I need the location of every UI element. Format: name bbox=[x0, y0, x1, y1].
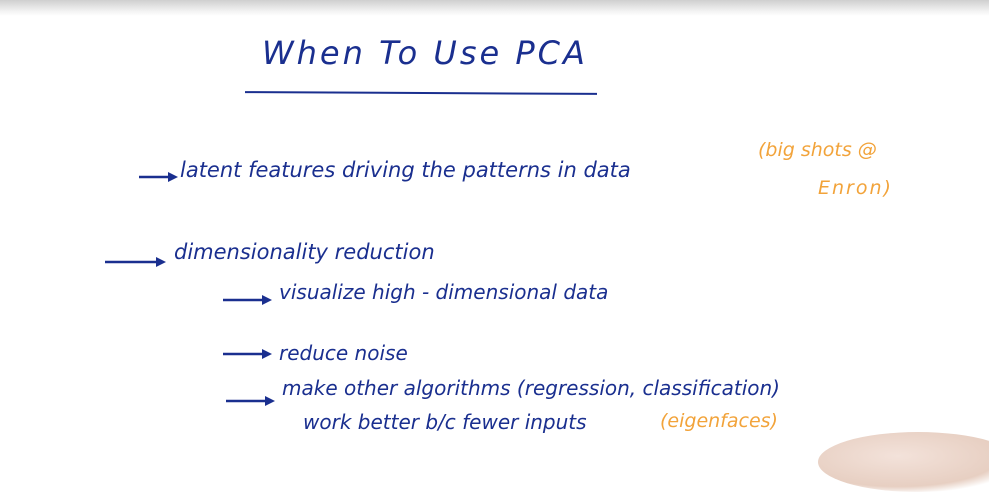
sub-bullet-reduce-noise: reduce noise bbox=[279, 341, 408, 365]
top-shadow bbox=[0, 0, 989, 16]
note-eigenfaces: (eigenfaces) bbox=[660, 410, 778, 432]
sub-bullet-visualize: visualize high - dimensional data bbox=[279, 280, 609, 304]
sub-bullet-arrow-icon bbox=[223, 349, 272, 359]
note-big-shots: (big shots @ bbox=[758, 139, 877, 161]
page-title: When To Use PCA bbox=[262, 34, 588, 72]
presenter-hand bbox=[818, 432, 989, 492]
bullet-arrow-icon bbox=[139, 172, 178, 182]
title-underline bbox=[244, 91, 598, 95]
sub-bullet-arrow-icon bbox=[226, 396, 275, 406]
bullet-arrow-icon bbox=[105, 257, 166, 267]
sub-bullet-arrow-icon bbox=[223, 295, 272, 305]
sub-bullet-algorithms-continued: work better b/c fewer inputs bbox=[303, 410, 587, 434]
note-enron: Enron) bbox=[818, 177, 893, 199]
bullet-latent-features: latent features driving the patterns in … bbox=[180, 158, 631, 182]
bullet-dimensionality-reduction: dimensionality reduction bbox=[174, 240, 435, 264]
sub-bullet-algorithms: make other algorithms (regression, class… bbox=[282, 376, 780, 400]
